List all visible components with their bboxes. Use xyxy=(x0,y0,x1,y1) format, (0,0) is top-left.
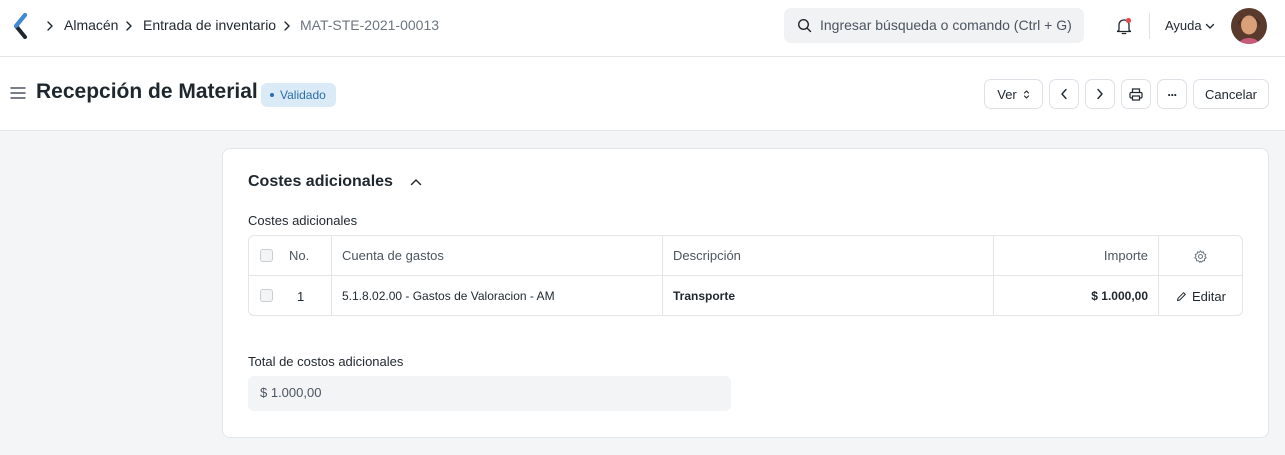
navbar-divider xyxy=(1149,13,1150,39)
column-header-amount: Importe xyxy=(1103,248,1148,263)
sort-updown-icon xyxy=(1023,89,1029,99)
page-header: Recepción de Material Validado Ver ... C… xyxy=(0,57,1285,131)
select-all-checkbox[interactable] xyxy=(260,249,273,262)
user-avatar[interactable] xyxy=(1231,8,1267,44)
additional-costs-table: No. Cuenta de gastos Descripción Importe… xyxy=(248,235,1243,316)
additional-costs-card: Costes adicionales Costes adicionales No… xyxy=(222,148,1269,438)
row-description[interactable]: Transporte xyxy=(673,276,735,315)
search-icon xyxy=(797,18,812,33)
row-checkbox[interactable] xyxy=(260,289,273,302)
status-badge-label: Validado xyxy=(280,88,326,102)
sidebar-toggle-icon[interactable] xyxy=(10,86,26,100)
search-input[interactable]: Ingresar búsqueda o comando (Ctrl + G) xyxy=(820,17,1072,33)
chevron-right-icon xyxy=(126,21,132,31)
previous-doc-button[interactable] xyxy=(1049,79,1079,109)
row-account[interactable]: 5.1.8.02.00 - Gastos de Valoracion - AM xyxy=(342,276,555,315)
total-costs-value: $ 1.000,00 xyxy=(260,385,322,400)
view-button-label: Ver xyxy=(997,86,1017,102)
printer-icon xyxy=(1129,87,1143,101)
column-divider xyxy=(662,236,663,315)
breadcrumb-warehouse[interactable]: Almacén xyxy=(64,17,118,33)
column-header-no: No. xyxy=(289,248,310,263)
edit-label: Editar xyxy=(1192,288,1226,304)
status-dot-icon xyxy=(270,93,274,97)
column-divider xyxy=(1158,236,1159,315)
print-button[interactable] xyxy=(1121,79,1151,109)
row-amount[interactable]: $ 1.000,00 xyxy=(993,276,1148,315)
chevron-up-icon[interactable] xyxy=(410,178,422,186)
more-actions-button[interactable]: ... xyxy=(1157,79,1187,109)
navbar: Almacén Entrada de inventario MAT-STE-20… xyxy=(0,0,1285,57)
breadcrumb-current-doc: MAT-STE-2021-00013 xyxy=(300,17,440,33)
chevron-right-icon xyxy=(284,21,290,31)
total-costs-label: Total de costos adicionales xyxy=(248,354,404,369)
app-logo-icon[interactable] xyxy=(12,13,30,39)
help-menu[interactable]: Ayuda xyxy=(1165,18,1202,33)
row-no: 1 xyxy=(297,288,305,304)
gear-icon[interactable] xyxy=(1194,250,1207,263)
page-title: Recepción de Material xyxy=(36,80,258,103)
chevron-right-icon xyxy=(1097,88,1103,100)
breadcrumb-stock-entry[interactable]: Entrada de inventario xyxy=(143,17,276,33)
cancel-button-label: Cancelar xyxy=(1204,86,1258,102)
more-actions-label: ... xyxy=(1167,84,1177,99)
chevron-down-icon[interactable] xyxy=(1205,23,1215,30)
section-title[interactable]: Costes adicionales xyxy=(248,173,393,191)
view-button[interactable]: Ver xyxy=(984,79,1043,109)
cancel-button[interactable]: Cancelar xyxy=(1193,79,1269,109)
chevron-right-icon xyxy=(47,21,53,31)
next-doc-button[interactable] xyxy=(1085,79,1115,109)
total-costs-field: $ 1.000,00 xyxy=(248,376,731,411)
chevron-left-icon xyxy=(1061,88,1067,100)
column-header-description: Descripción xyxy=(673,248,741,263)
column-divider xyxy=(331,236,332,315)
notification-bell-icon[interactable] xyxy=(1114,16,1134,36)
pencil-icon xyxy=(1177,291,1186,301)
table-label: Costes adicionales xyxy=(248,213,358,228)
row-edit-button[interactable]: Editar xyxy=(1176,276,1226,315)
column-header-account: Cuenta de gastos xyxy=(342,248,444,263)
search-bar[interactable]: Ingresar búsqueda o comando (Ctrl + G) xyxy=(784,8,1084,43)
status-badge: Validado xyxy=(261,83,336,107)
